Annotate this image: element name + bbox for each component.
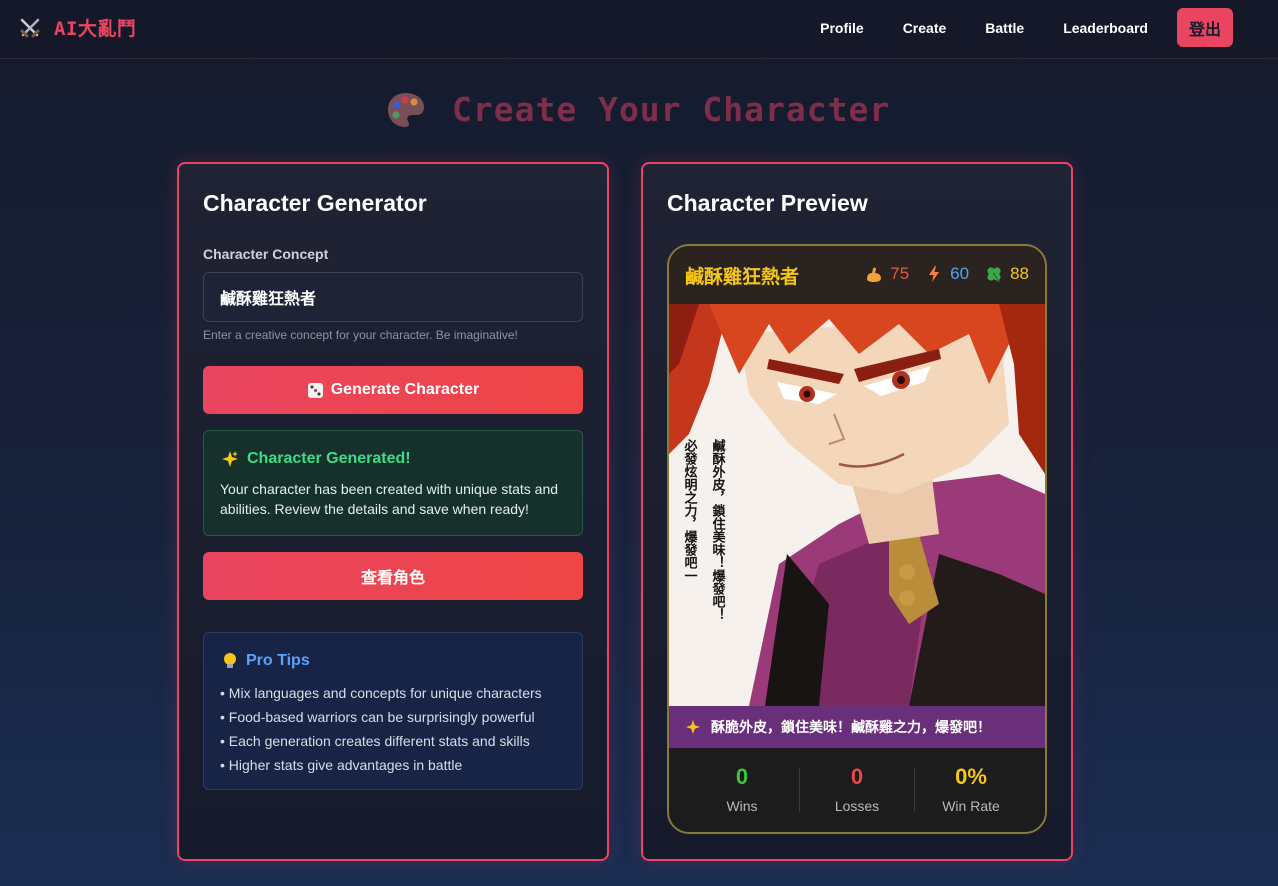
generator-title: Character Generator <box>203 190 427 216</box>
concept-input[interactable] <box>203 272 583 322</box>
character-name: 鹹酥雞狂熱者 <box>685 267 800 288</box>
wins-label: Wins <box>726 798 758 814</box>
character-quote-text: 酥脆外皮，鎖住美味！鹹酥雞之力，爆發吧！ <box>711 719 991 735</box>
lightning-icon <box>929 266 940 282</box>
top-navbar: AI大亂鬥 Profile Create Battle Leaderboard … <box>0 0 1278 59</box>
crossed-swords-icon <box>20 18 40 37</box>
concept-hint: Enter a creative concept for your charac… <box>203 328 518 342</box>
win-rate-value: 0% <box>955 764 987 789</box>
nav-link-profile[interactable]: Profile <box>820 20 864 36</box>
tip-item: • Higher stats give advantages in battle <box>220 757 463 773</box>
dice-icon <box>307 382 323 398</box>
nav-links: Profile Create Battle Leaderboard 登出 <box>781 8 1233 47</box>
tips-title: Pro Tips <box>222 652 310 670</box>
stat-speed: 60 <box>925 264 969 284</box>
stat-strength: 75 <box>865 264 909 284</box>
four-leaf-clover-icon <box>987 267 1001 283</box>
portrait-caption-right: 鹹酥外皮，鎖住美味！爆發吧！ <box>710 438 727 621</box>
tips-list: • Mix languages and concepts for unique … <box>220 681 542 777</box>
sparkles-icon <box>222 451 238 467</box>
nav-link-create[interactable]: Create <box>903 20 947 36</box>
record-win-rate: 0% Win Rate <box>914 764 1028 814</box>
stat-strength-value: 75 <box>890 264 910 283</box>
character-stats: 75 60 88 <box>849 264 1029 284</box>
success-text: Your character has been created with uni… <box>220 481 559 517</box>
lightbulb-icon <box>224 653 236 668</box>
record-wins: 0 Wins <box>685 764 799 814</box>
pro-tips-box: Pro Tips • Mix languages and concepts fo… <box>203 632 583 790</box>
tip-item: • Each generation creates different stat… <box>220 733 530 749</box>
card-header: 鹹酥雞狂熱者 75 60 88 <box>669 246 1045 304</box>
generate-character-label: Generate Character <box>330 381 480 398</box>
wins-value: 0 <box>735 764 749 789</box>
nav-link-leaderboard[interactable]: Leaderboard <box>1063 20 1148 36</box>
losses-label: Losses <box>834 798 880 814</box>
generate-character-button[interactable]: Generate Character <box>203 366 583 414</box>
stat-luck: 88 <box>985 264 1029 284</box>
palette-icon <box>388 92 424 127</box>
view-character-label: 查看角色 <box>360 570 425 587</box>
logout-button[interactable]: 登出 <box>1177 8 1233 47</box>
preview-title: Character Preview <box>667 190 868 216</box>
character-card[interactable]: 鹹酥雞狂熱者 75 60 88 必發炫明之力，爆發吧一 鹹酥外皮，鎖住美味！爆發… <box>667 244 1047 834</box>
tips-title-text: Pro Tips <box>246 652 310 669</box>
brand[interactable]: AI大亂鬥 <box>18 14 136 41</box>
success-title: Character Generated! <box>221 450 411 468</box>
character-preview-panel: Character Preview 鹹酥雞狂熱者 75 60 88 必發炫明之力… <box>641 162 1073 861</box>
nav-link-battle[interactable]: Battle <box>985 20 1024 36</box>
success-message: Character Generated! Your character has … <box>203 430 583 536</box>
character-generator-panel: Character Generator Character Concept En… <box>177 162 609 861</box>
battle-record: 0 Wins 0 Losses 0% Win Rate <box>669 748 1045 832</box>
success-title-text: Character Generated! <box>247 450 411 467</box>
losses-value: 0 <box>850 764 864 789</box>
flexed-bicep-icon <box>867 267 882 282</box>
sparkles-icon <box>685 719 701 735</box>
win-rate-label: Win Rate <box>942 798 1000 814</box>
record-losses: 0 Losses <box>800 764 914 814</box>
stat-speed-value: 60 <box>950 264 970 283</box>
page-title-text: Create Your Character <box>452 90 891 129</box>
portrait-caption-left: 必發炫明之力，爆發吧一 <box>682 438 699 582</box>
tip-item: • Mix languages and concepts for unique … <box>220 685 542 701</box>
view-character-button[interactable]: 查看角色 <box>203 552 583 600</box>
tip-item: • Food-based warriors can be surprisingl… <box>220 709 535 725</box>
character-portrait: 必發炫明之力，爆發吧一 鹹酥外皮，鎖住美味！爆發吧！ <box>669 304 1045 706</box>
character-quote: 酥脆外皮，鎖住美味！鹹酥雞之力，爆發吧！ <box>669 706 1045 748</box>
page-title: Create Your Character <box>386 90 890 129</box>
stat-luck-value: 88 <box>1010 264 1029 283</box>
brand-name: AI大亂鬥 <box>54 18 137 40</box>
concept-label: Character Concept <box>203 246 329 262</box>
